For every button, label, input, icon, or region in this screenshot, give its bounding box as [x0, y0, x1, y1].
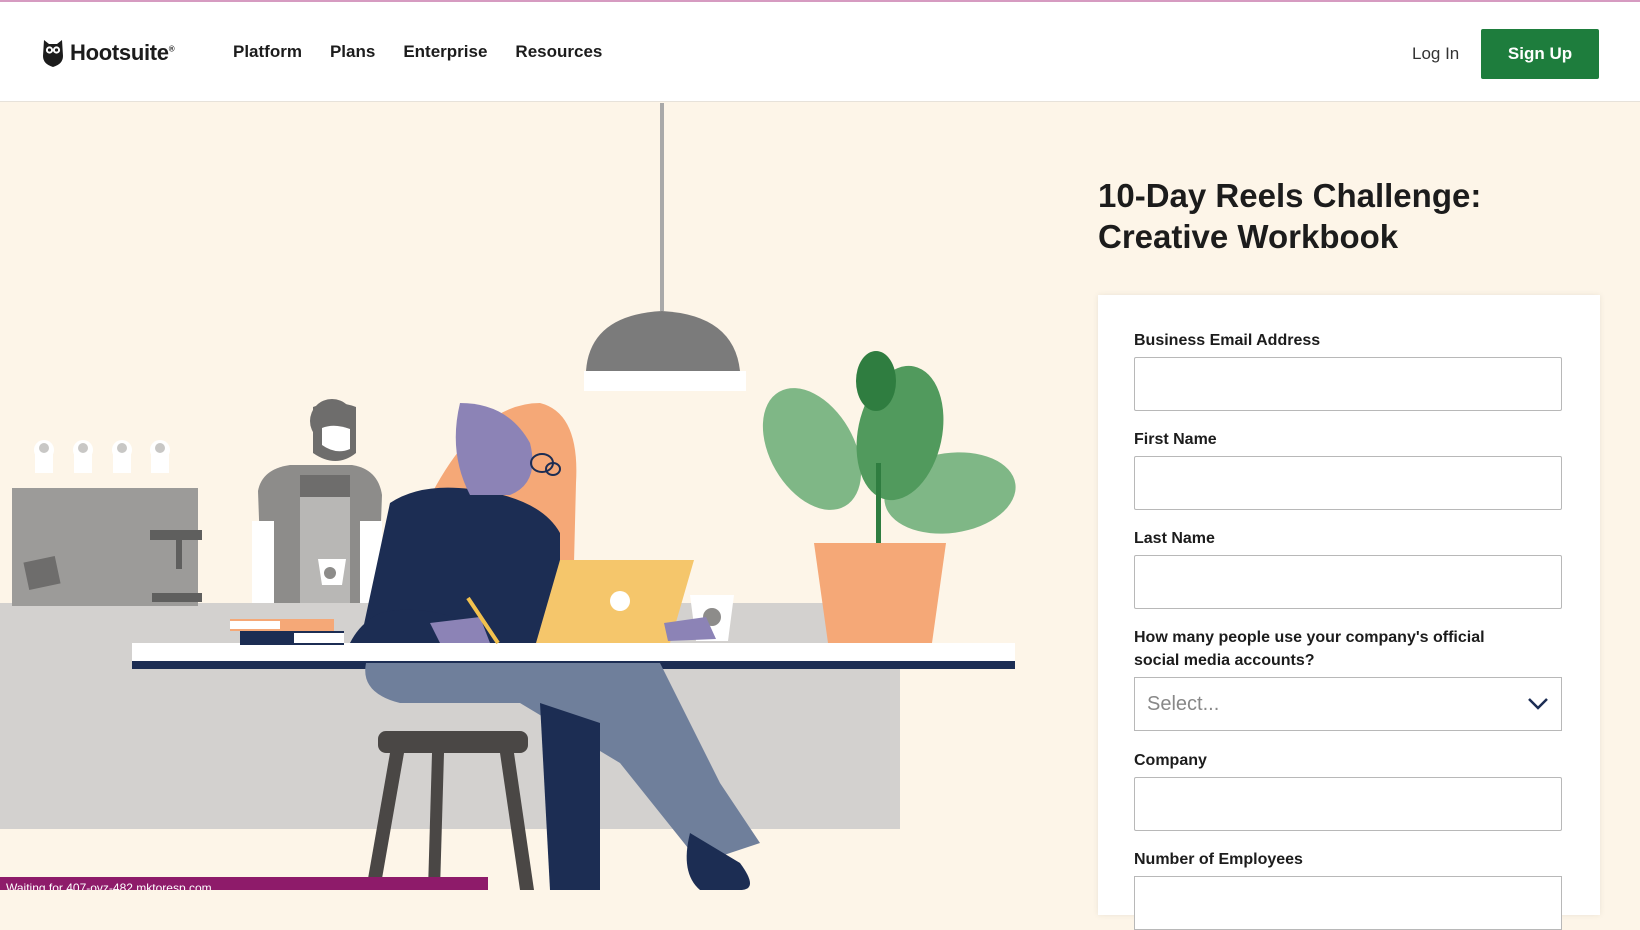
nav-plans[interactable]: Plans	[330, 42, 375, 62]
accounts-select[interactable]: Select...	[1134, 677, 1562, 731]
owl-icon	[43, 40, 63, 67]
browser-status-bar: Waiting for 407-ovz-482.mktoresp.com...	[0, 877, 488, 890]
main-nav: Platform Plans Enterprise Resources	[233, 42, 602, 62]
accounts-selected-value: Select...	[1147, 692, 1220, 715]
email-field[interactable]	[1134, 357, 1562, 411]
last-name-label: Last Name	[1134, 530, 1215, 547]
signup-button[interactable]: Sign Up	[1481, 29, 1599, 79]
hero-section: 10-Day Reels Challenge: Creative Workboo…	[0, 103, 1640, 930]
signup-form: Business Email Address First Name Last N…	[1098, 295, 1600, 930]
last-name-field[interactable]	[1134, 555, 1562, 609]
nav-platform[interactable]: Platform	[233, 42, 302, 62]
first-name-field[interactable]	[1134, 456, 1562, 510]
logo-text: Hootsuite®	[70, 40, 175, 65]
page-title: 10-Day Reels Challenge: Creative Workboo…	[1098, 177, 1482, 255]
company-label: Company	[1134, 752, 1207, 769]
accounts-label: How many people use your company's offic…	[1134, 629, 1485, 669]
nav-enterprise[interactable]: Enterprise	[403, 42, 487, 62]
nav-resources[interactable]: Resources	[515, 42, 602, 62]
first-name-label: First Name	[1134, 431, 1217, 448]
site-header: Hootsuite® Platform Plans Enterprise Res…	[0, 2, 1640, 102]
chevron-down-icon	[1528, 698, 1548, 710]
workspace-illustration	[0, 103, 1016, 890]
login-link[interactable]: Log In	[1412, 44, 1459, 64]
email-label: Business Email Address	[1134, 332, 1321, 349]
employees-select[interactable]	[1134, 876, 1562, 930]
hootsuite-logo[interactable]: Hootsuite®	[42, 38, 175, 68]
company-field[interactable]	[1134, 777, 1562, 831]
employees-label: Number of Employees	[1134, 851, 1303, 868]
